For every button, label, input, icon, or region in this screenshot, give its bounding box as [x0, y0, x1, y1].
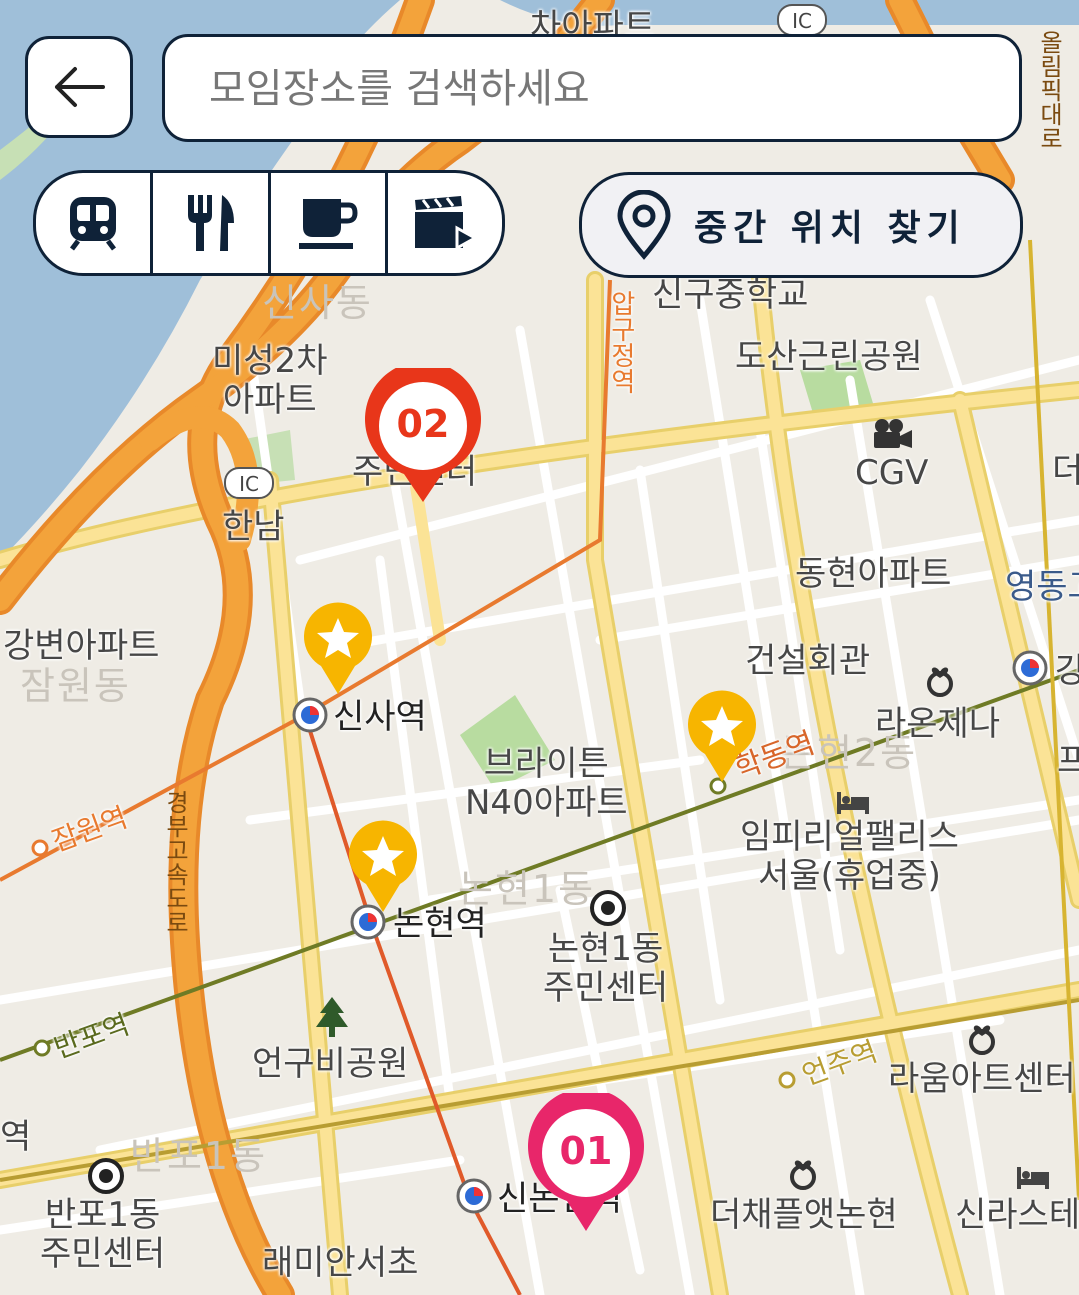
cinema-icon [414, 196, 477, 251]
star-pin-sinsa[interactable] [301, 600, 375, 696]
label-yeok-left: 역 [0, 1117, 32, 1157]
label-banpo1-community-center: 반포1동 주민센터 [40, 1195, 166, 1275]
label-misung-apartment: 미성2차 아파트 [212, 341, 328, 421]
star-pin-hakdong[interactable] [685, 688, 759, 784]
label-dechapel: 더채플앳논현 [710, 1195, 898, 1235]
station-apgujeong[interactable]: 압구정역 [605, 290, 636, 394]
star-pin-nonhyeon[interactable] [346, 818, 420, 914]
pin-number: 02 [396, 402, 450, 446]
label-raemian-seocho: 래미안서초 [262, 1243, 419, 1283]
label-eongubi-park: 언구비공원 [252, 1044, 409, 1084]
label-geonseol-hall: 건설회관 [745, 641, 871, 681]
label-laonjena: 라온제나 [875, 704, 1001, 744]
location-pin-02[interactable]: 02 [364, 368, 482, 504]
road-olympic: 올림픽대로 [1035, 30, 1063, 150]
search-bar[interactable] [162, 34, 1022, 142]
label-dosan-park: 도산근린공원 [735, 337, 923, 377]
back-button[interactable] [25, 36, 133, 138]
location-pin-01[interactable]: 01 [527, 1093, 645, 1233]
label-singu-middle-school: 신구중학교 [652, 275, 809, 315]
road-gyeongbu-expressway: 경부고속도로 [161, 790, 189, 934]
label-cgv: CGV [855, 453, 929, 493]
cinema-filter-button[interactable] [388, 173, 502, 273]
park-tree-icon [316, 997, 348, 1037]
label-imperial-palace: 임피리얼팰리스 서울(휴업중) [740, 817, 959, 897]
wedding-hall-icon [969, 1025, 995, 1055]
label-hannam: 한남 [222, 507, 285, 547]
find-midpoint-button[interactable]: 중간 위치 찾기 [579, 172, 1023, 278]
hotel-icon [837, 792, 869, 814]
pin-number: 01 [559, 1129, 613, 1173]
category-filter-bar [33, 170, 505, 276]
label-nonhyeon1-community-center: 논현1동 주민센터 [543, 929, 669, 1009]
community-center-icon [88, 1158, 124, 1194]
cinema-poi-icon [874, 419, 912, 448]
label-gangbyeon-apartment: 강변아파트 [3, 626, 160, 666]
cafe-filter-button[interactable] [271, 173, 388, 273]
hotel-icon [1017, 1167, 1049, 1189]
ic-label: IC [239, 472, 259, 496]
district-banpo1: 반포1동 [130, 1134, 268, 1178]
label-edge-right: 더 [1052, 451, 1079, 491]
find-midpoint-label: 중간 위치 찾기 [694, 208, 966, 249]
label-shilla-stay: 신라스테 [955, 1195, 1079, 1235]
label-laum-art-center: 라움아트센터 [888, 1059, 1076, 1099]
district-sinsa-dong: 신사동 [262, 281, 373, 325]
restaurant-icon [188, 195, 235, 251]
label-right-edge-2: 프 [1057, 741, 1079, 781]
station-sinsa[interactable]: 신사역 [333, 697, 427, 737]
subway-filter-button[interactable] [36, 173, 154, 273]
label-yeongdong: 영동고 [1005, 567, 1079, 607]
wedding-hall-icon [790, 1160, 816, 1190]
svg-text:IC: IC [792, 9, 812, 33]
location-pin-icon [617, 190, 671, 260]
search-input[interactable] [207, 53, 991, 125]
wedding-hall-icon [927, 667, 953, 697]
back-arrow-icon [55, 67, 105, 107]
label-right-edge-1: 강 [1055, 651, 1079, 691]
community-center-icon [590, 890, 626, 926]
label-donghyun-apartment: 동현아파트 [795, 554, 952, 594]
cafe-icon [298, 199, 358, 249]
label-brighton-apartment: 브라이튼 N40아파트 [465, 744, 628, 824]
restaurant-filter-button[interactable] [153, 173, 271, 273]
subway-icon [70, 197, 117, 251]
